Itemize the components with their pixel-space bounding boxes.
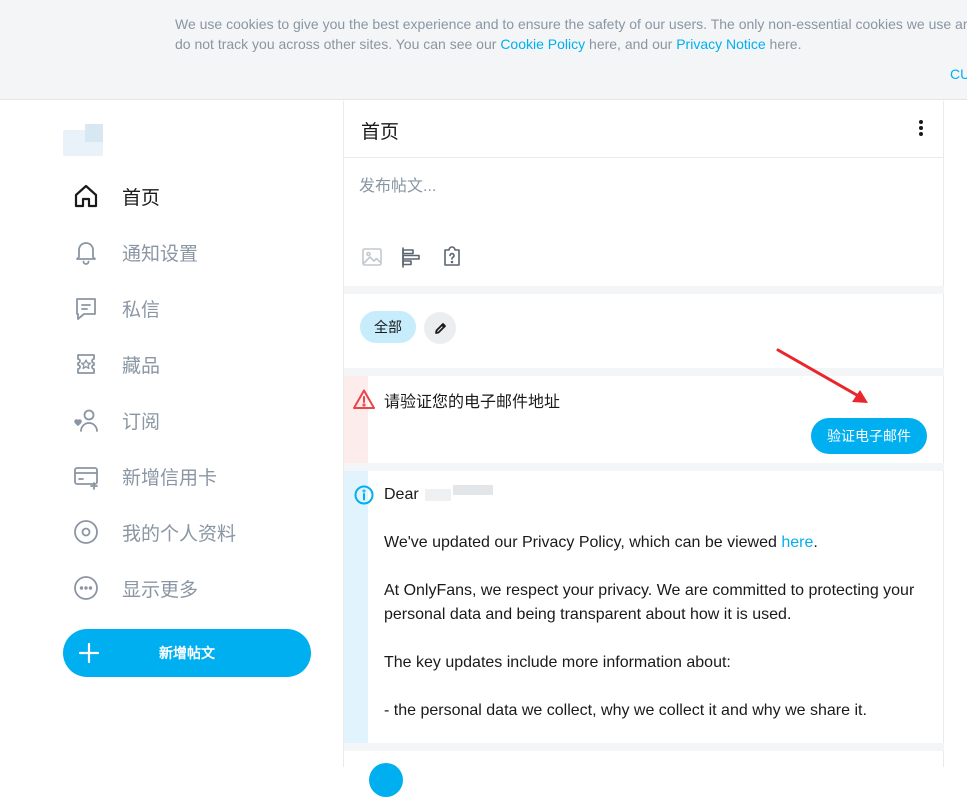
sidebar-item-more[interactable]: 显示更多 [72, 568, 198, 608]
sidebar-item-collections[interactable]: 藏品 [72, 344, 160, 384]
logo[interactable] [63, 124, 103, 156]
sidebar-item-label: 订阅 [122, 411, 161, 433]
sidebar-item-home[interactable]: 首页 [72, 176, 160, 216]
privacy-notice-link[interactable]: Privacy Notice [676, 36, 765, 52]
plus-icon [76, 640, 102, 666]
new-post-button[interactable]: 新增帖文 [63, 629, 311, 677]
sidebar-item-notifications[interactable]: 通知设置 [72, 232, 198, 272]
verify-email-alert: 请验证您的电子邮件地址 验证电子邮件 [344, 348, 944, 464]
notice-p1-end: . [813, 534, 818, 551]
edit-filters-button[interactable] [424, 312, 456, 344]
sidebar-item-label: 藏品 [122, 355, 161, 377]
pencil-icon [433, 321, 448, 336]
notice-p1: We've updated our Privacy Policy, which … [384, 534, 782, 551]
new-post-label: 新增帖文 [159, 645, 215, 661]
cookie-text-line2: do not track you across other sites. You… [175, 36, 501, 52]
sidebar-item-label: 显示更多 [122, 579, 199, 601]
message-icon [72, 294, 100, 322]
quiz-icon[interactable] [439, 244, 465, 270]
sidebar-item-subscriptions[interactable]: 订阅 [72, 400, 160, 440]
sidebar-item-profile[interactable]: 我的个人资料 [72, 512, 236, 552]
bell-icon [72, 238, 100, 266]
cookie-text-line1: We use cookies to give you the best expe… [175, 16, 967, 32]
sidebar-item-label: 新增信用卡 [122, 467, 218, 489]
warning-icon [353, 388, 375, 410]
cookie-text-end: here. [765, 36, 802, 52]
filter-chip-all[interactable]: 全部 [360, 311, 416, 343]
sidebar-item-label: 通知设置 [122, 243, 199, 265]
image-icon[interactable] [359, 244, 385, 270]
more-icon [72, 574, 100, 602]
info-icon [354, 485, 374, 505]
compose-area [344, 158, 944, 286]
notice-p4: - the personal data we collect, why we c… [384, 702, 867, 719]
sidebar-item-messages[interactable]: 私信 [72, 288, 160, 328]
avatar [369, 763, 403, 797]
verify-email-text: 请验证您的电子邮件地址 [384, 394, 561, 411]
cookie-banner: We use cookies to give you the best expe… [0, 0, 967, 100]
credit-card-icon [72, 462, 100, 490]
cookie-text: We use cookies to give you the best expe… [175, 14, 967, 54]
profile-icon [72, 518, 100, 546]
home-icon [72, 182, 100, 210]
subscriptions-icon [72, 406, 100, 434]
notice-p3: The key updates include more information… [384, 654, 731, 671]
privacy-update-notice: Dear We've updated our Privacy Policy, w… [344, 471, 944, 743]
notice-p2: At OnlyFans, we respect your privacy. We… [384, 582, 915, 623]
page-header: 首页 [344, 101, 944, 158]
main-feed: 首页 全部 请验证您的电子邮件地址 验证电子邮件 [343, 101, 944, 797]
sidebar-item-label: 首页 [122, 187, 161, 209]
more-options-icon[interactable] [913, 120, 929, 140]
page-title: 首页 [361, 122, 400, 143]
sidebar-item-label: 私信 [122, 299, 161, 321]
poll-icon[interactable] [399, 244, 425, 270]
notice-body: Dear We've updated our Privacy Policy, w… [384, 483, 929, 747]
sidebar-item-add-card[interactable]: 新增信用卡 [72, 456, 217, 496]
cookie-customize-button[interactable]: CU [950, 66, 967, 82]
collections-icon [72, 350, 100, 378]
compose-input[interactable] [359, 172, 919, 202]
cookie-policy-link[interactable]: Cookie Policy [500, 36, 585, 52]
annotation-arrow-icon [776, 348, 868, 403]
privacy-policy-here-link[interactable]: here [781, 534, 813, 551]
sidebar-item-label: 我的个人资料 [122, 523, 237, 545]
notice-greeting: Dear [384, 486, 419, 503]
cookie-text-middle: here, and our [585, 36, 677, 52]
